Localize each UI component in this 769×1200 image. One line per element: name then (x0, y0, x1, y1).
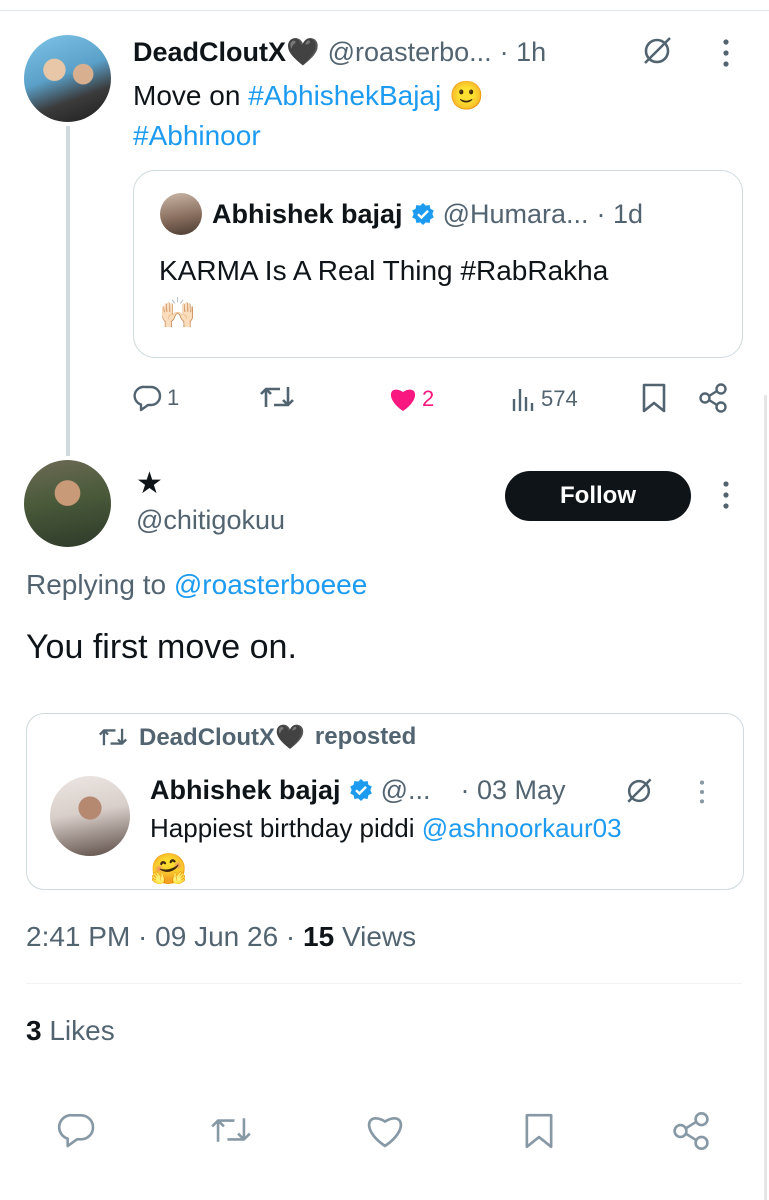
replying-to-handle[interactable]: @roasterboeee (174, 569, 367, 600)
more-icon[interactable] (712, 36, 740, 70)
repost-time: · 03 May (460, 774, 566, 805)
bookmark-icon (525, 1113, 553, 1149)
tweet-text: Move on #AbhishekBajaj 🙂 (133, 77, 693, 115)
hashtag-abhishekbajaj[interactable]: #AbhishekBajaj (248, 80, 441, 111)
scrollbar[interactable] (764, 395, 767, 1200)
repost-body: Happiest birthday piddi (150, 813, 415, 843)
reply-text: You first move on. (26, 628, 297, 666)
replying-to-label: Replying to (26, 569, 167, 600)
repost-more-icon[interactable] (690, 776, 714, 808)
bookmark-button[interactable] (640, 382, 668, 416)
replying-to: Replying to @roasterboeee (26, 569, 367, 601)
reply-icon (57, 1113, 95, 1148)
bottom-reply-button[interactable] (57, 1110, 97, 1150)
repost-context: DeadCloutX🖤 reposted (97, 721, 416, 753)
bottom-share-button[interactable] (670, 1110, 712, 1152)
quote-emoji: 🙌🏻 (159, 297, 197, 330)
repost-grok-icon[interactable] (622, 774, 656, 808)
repost-author-name: Abhishek bajaj (150, 774, 341, 805)
views-count: 574 (541, 386, 578, 411)
repost-user[interactable]: DeadCloutX🖤 (139, 723, 305, 752)
repost-suffix: reposted (314, 723, 417, 750)
tweet-time[interactable]: · 1h (500, 37, 547, 68)
tweet-timestamp[interactable]: 2:41 PM · 09 Jun 26 · (26, 921, 295, 952)
author-name[interactable]: DeadCloutX🖤 (133, 36, 320, 68)
likes-count: 3 (26, 1015, 42, 1046)
like-count: 2 (422, 386, 435, 411)
repost-emoji: 🤗 (150, 853, 188, 886)
hashtag-abhinoor[interactable]: #Abhinoor (133, 117, 261, 155)
views-icon (512, 389, 534, 411)
views-label: Views (341, 921, 417, 952)
retweet-icon (211, 1118, 251, 1142)
bottom-retweet-button[interactable] (208, 1110, 254, 1150)
like-button[interactable]: 2 (388, 382, 448, 416)
tweet-header: DeadCloutX🖤 @roasterbo... · 1h (133, 32, 693, 72)
share-icon (699, 383, 727, 413)
tweet-body: Move on (133, 80, 241, 111)
quote-text: KARMA Is A Real Thing #RabRakha (159, 255, 609, 286)
likes-summary[interactable]: 3 Likes (26, 1015, 115, 1047)
grok-icon[interactable] (638, 32, 676, 70)
tweet-meta: 2:41 PM · 09 Jun 26 · 15 Views (26, 921, 416, 953)
views-button[interactable]: 574 (511, 382, 593, 416)
top-divider (0, 10, 769, 11)
thread-line (66, 126, 70, 456)
quote-avatar (160, 193, 202, 235)
quote-time: · 1d (596, 198, 644, 229)
retweet-icon (260, 387, 294, 407)
reply-button[interactable]: 1 (133, 380, 203, 416)
emoji: 🙂 (449, 80, 484, 111)
divider (26, 983, 742, 984)
author-handle[interactable]: @roasterbo... (328, 37, 492, 68)
retweet-icon (99, 728, 127, 746)
share-icon (673, 1111, 709, 1151)
retweet-button[interactable] (258, 380, 298, 416)
bottom-like-button[interactable] (364, 1112, 406, 1150)
bookmark-icon (642, 383, 666, 413)
repost-author-handle: @... (380, 774, 431, 805)
share-button[interactable] (697, 382, 729, 414)
repost-text: Happiest birthday piddi @ashnoorkaur03 (150, 813, 622, 844)
reply-more-icon[interactable] (712, 478, 740, 512)
quote-header: Abhishek bajaj @Humara... · 1d (212, 195, 727, 233)
quote-author-handle: @Humara... (442, 198, 589, 229)
verified-icon (349, 778, 373, 802)
heart-icon (367, 1116, 403, 1148)
reply-icon (133, 385, 162, 412)
verified-icon (411, 202, 435, 226)
heart-icon (390, 389, 416, 411)
views-number: 15 (303, 921, 335, 952)
bottom-bookmark-button[interactable] (522, 1110, 556, 1152)
repost-avatar (50, 776, 130, 856)
follow-button[interactable]: Follow (505, 471, 691, 521)
reply-author-handle[interactable]: @chitigokuu (136, 505, 285, 536)
reply-author-name[interactable]: ★ (136, 466, 163, 501)
avatar-chitigokuu[interactable] (24, 460, 111, 547)
likes-label: Likes (49, 1015, 115, 1046)
quote-author-name: Abhishek bajaj (212, 198, 403, 229)
avatar-deadcloutx[interactable] (24, 35, 111, 122)
mention-ashnoorkaur03[interactable]: @ashnoorkaur03 (422, 813, 622, 843)
reply-count: 1 (167, 385, 180, 410)
